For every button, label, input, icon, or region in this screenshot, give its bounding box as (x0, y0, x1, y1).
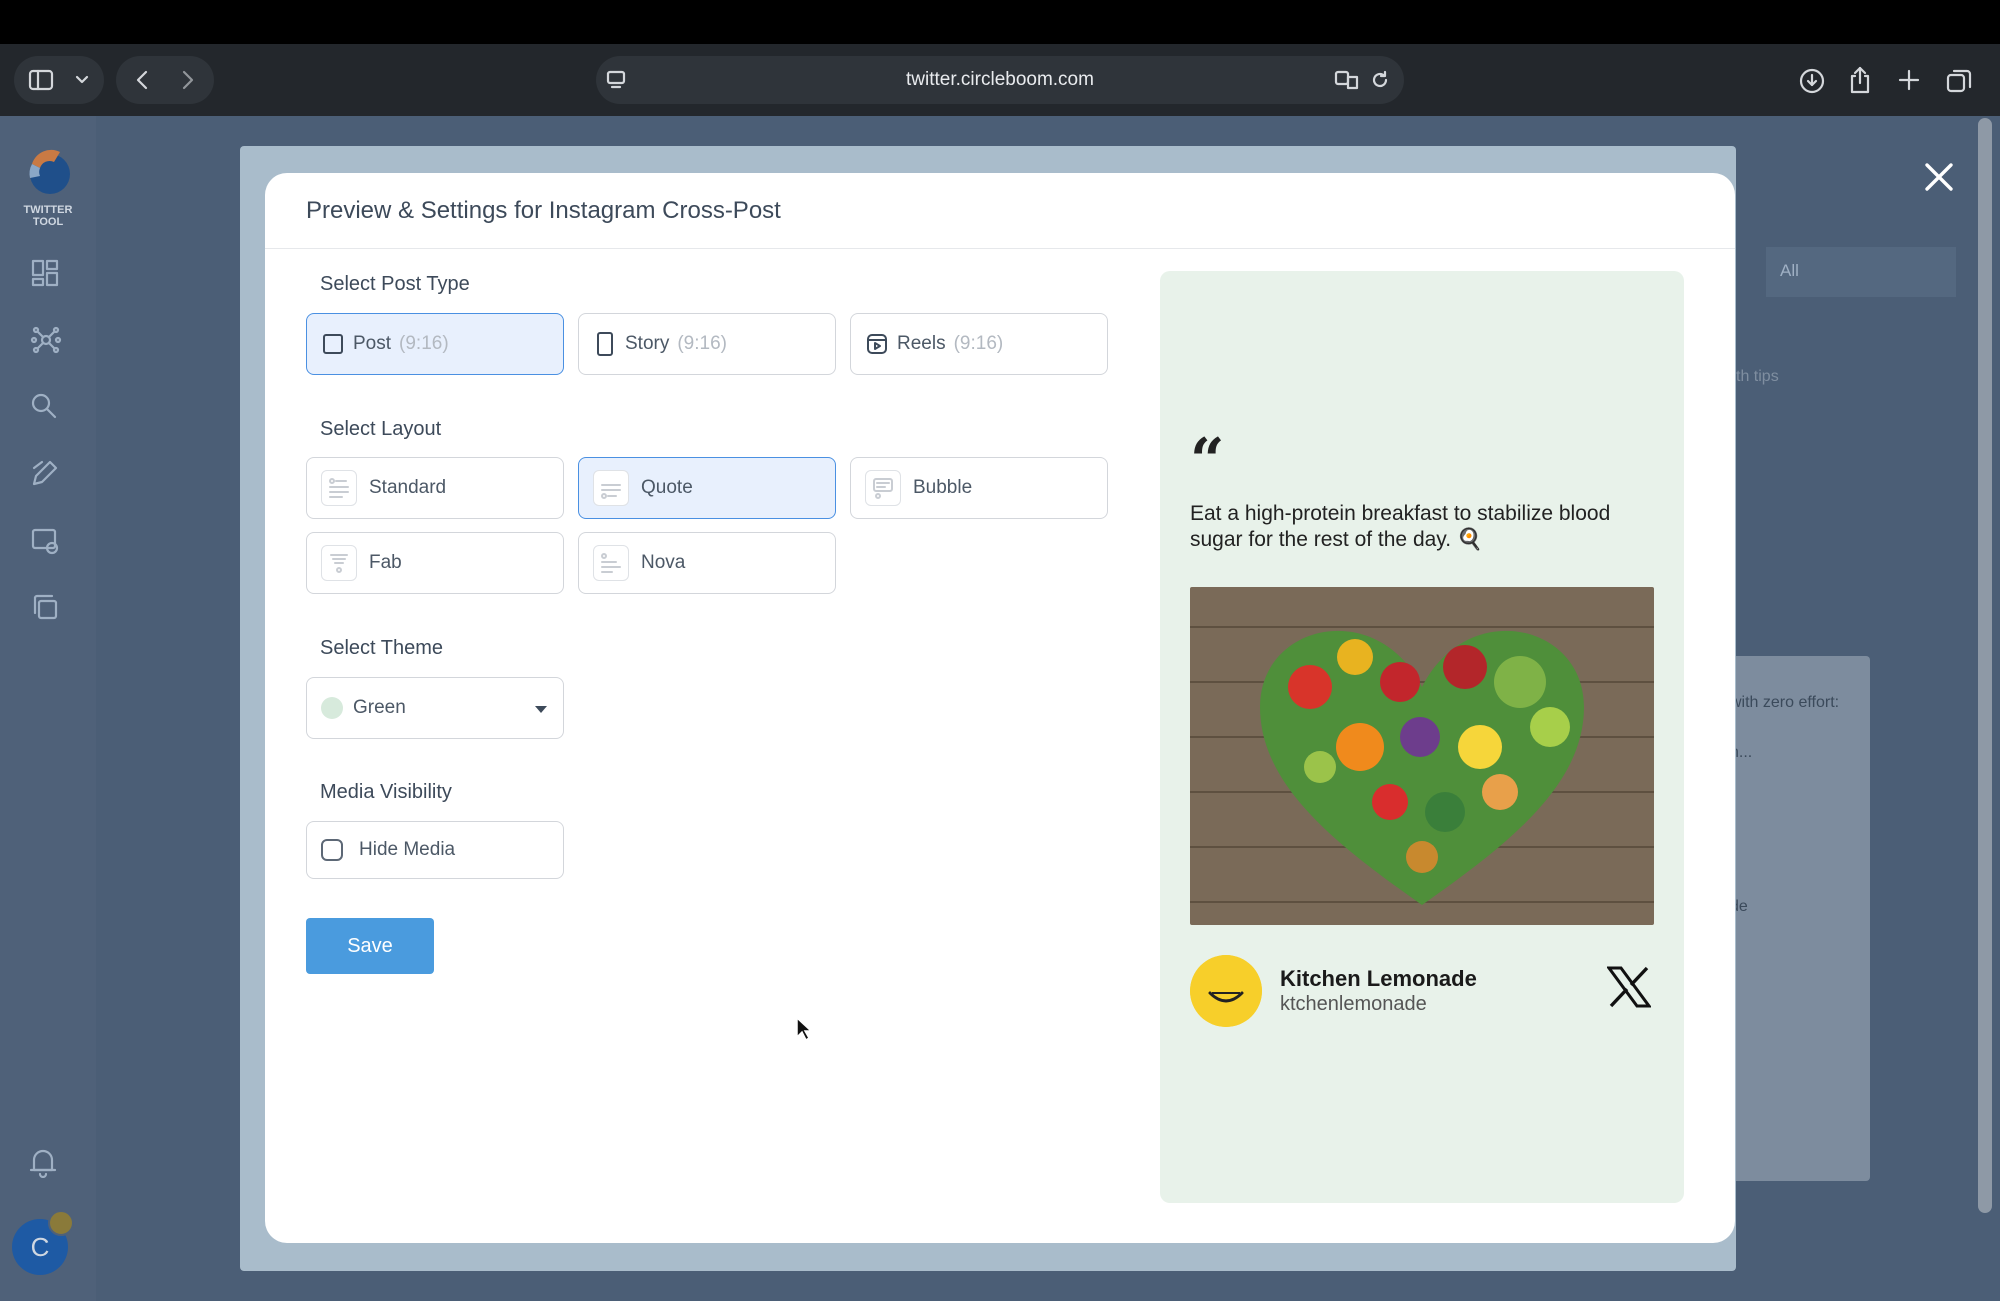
layout-label: Select Layout (320, 418, 442, 440)
bg-filter-select: All (1766, 247, 1956, 297)
post-type-label: Story (625, 333, 670, 354)
phone-icon (593, 332, 617, 356)
notification-bell-icon[interactable] (28, 1146, 60, 1179)
theme-label: Select Theme (320, 637, 444, 659)
layout-option-label: Fab (369, 552, 402, 573)
circleboom-logo (29, 149, 70, 194)
post-type-label: Post (353, 333, 392, 354)
layout-nova[interactable]: Nova (578, 532, 836, 594)
scheduled-posts-icon[interactable] (30, 526, 62, 558)
sidebar-toggle-group[interactable] (14, 56, 104, 104)
post-type-label: Select Post Type (320, 273, 470, 295)
reels-icon (865, 332, 889, 356)
user-avatar-badge (48, 1210, 74, 1236)
save-button[interactable]: Save (306, 918, 434, 974)
preview-quote-text: Eat a high-protein breakfast to stabiliz… (1190, 502, 1611, 552)
post-type-ratio: (9:16) (953, 333, 1004, 354)
bg-side-panel: with zero effort: h... de (1720, 656, 1870, 1181)
preview-image-vegetable-heart (1190, 587, 1654, 925)
system-menu-bar (0, 0, 2000, 44)
theme-color-dot (321, 697, 343, 719)
theme-value: Green (353, 697, 406, 718)
layout-bubble[interactable]: Bubble (850, 457, 1108, 519)
crosspost-settings-modal: Preview & Settings for Instagram Cross-P… (265, 173, 1735, 1243)
new-tab-icon[interactable] (1897, 68, 1921, 92)
back-icon[interactable] (130, 68, 154, 92)
layout-fab-icon (321, 545, 357, 581)
post-preview-card: “ Eat a high-protein breakfast to stabil… (1160, 271, 1684, 1203)
layout-standard-icon (321, 470, 357, 506)
layout-option-label: Nova (641, 552, 686, 573)
layout-fab[interactable]: Fab (306, 532, 564, 594)
layout-quote-icon (593, 470, 629, 506)
address-bar[interactable]: twitter.circleboom.com (596, 56, 1404, 104)
author-avatar (1190, 955, 1262, 1027)
forward-icon[interactable] (176, 68, 200, 92)
post-type-story[interactable]: Story (9:16) (578, 313, 836, 375)
square-icon (321, 332, 345, 356)
layout-quote[interactable]: Quote (578, 457, 836, 519)
search-icon[interactable] (30, 392, 62, 424)
network-icon[interactable] (30, 324, 62, 356)
close-modal-icon[interactable] (1922, 160, 1956, 194)
copy-icon[interactable] (30, 592, 62, 624)
post-type-label: Reels (897, 333, 946, 354)
mouse-cursor-icon (796, 1016, 813, 1042)
compose-icon[interactable] (30, 458, 62, 490)
share-icon[interactable] (1847, 66, 1873, 94)
logo-text: TWITTER TOOL (23, 204, 73, 228)
dashboard-icon[interactable] (30, 258, 62, 290)
modal-title: Preview & Settings for Instagram Cross-P… (306, 197, 781, 224)
layout-bubble-icon (865, 470, 901, 506)
reload-icon[interactable] (1368, 68, 1392, 92)
post-type-reels[interactable]: Reels (9:16) (850, 313, 1108, 375)
chevron-down-icon (535, 706, 547, 713)
bg-panel-text: with zero effort: (1730, 694, 1840, 711)
post-type-post[interactable]: Post (9:16) (306, 313, 564, 375)
bg-tips-text: th tips (1736, 368, 1779, 385)
browser-toolbar: twitter.circleboom.com (0, 44, 2000, 116)
translate-icon[interactable] (1334, 68, 1360, 92)
hide-media-label: Hide Media (359, 839, 456, 860)
quote-mark-icon: “ (1190, 426, 1225, 496)
hide-media-option[interactable]: Hide Media (306, 821, 564, 879)
layout-option-label: Bubble (913, 477, 973, 498)
layout-standard[interactable]: Standard (306, 457, 564, 519)
layout-nova-icon (593, 545, 629, 581)
download-icon[interactable] (1799, 68, 1825, 94)
theme-select[interactable]: Green (306, 677, 564, 739)
post-type-ratio: (9:16) (399, 333, 449, 354)
app-sidebar: TWITTER TOOL C (0, 116, 96, 1301)
x-logo-icon (1607, 966, 1651, 1008)
tab-overview-icon[interactable] (1946, 68, 1972, 94)
page-scrollbar[interactable] (1978, 118, 1992, 1213)
nav-buttons-group (116, 56, 214, 104)
author-name: Kitchen Lemonade (1280, 966, 1477, 991)
chevron-down-icon[interactable] (74, 72, 90, 88)
hide-media-checkbox[interactable] (321, 839, 343, 861)
post-type-ratio: (9:16) (677, 333, 727, 354)
media-visibility-label: Media Visibility (320, 781, 452, 803)
author-handle: ktchenlemonade (1280, 993, 1427, 1015)
modal-header: Preview & Settings for Instagram Cross-P… (265, 173, 1735, 249)
layout-option-label: Standard (369, 477, 447, 498)
url-text[interactable]: twitter.circleboom.com (596, 69, 1404, 91)
sidebar-icon[interactable] (28, 68, 54, 92)
layout-option-label: Quote (641, 477, 693, 498)
